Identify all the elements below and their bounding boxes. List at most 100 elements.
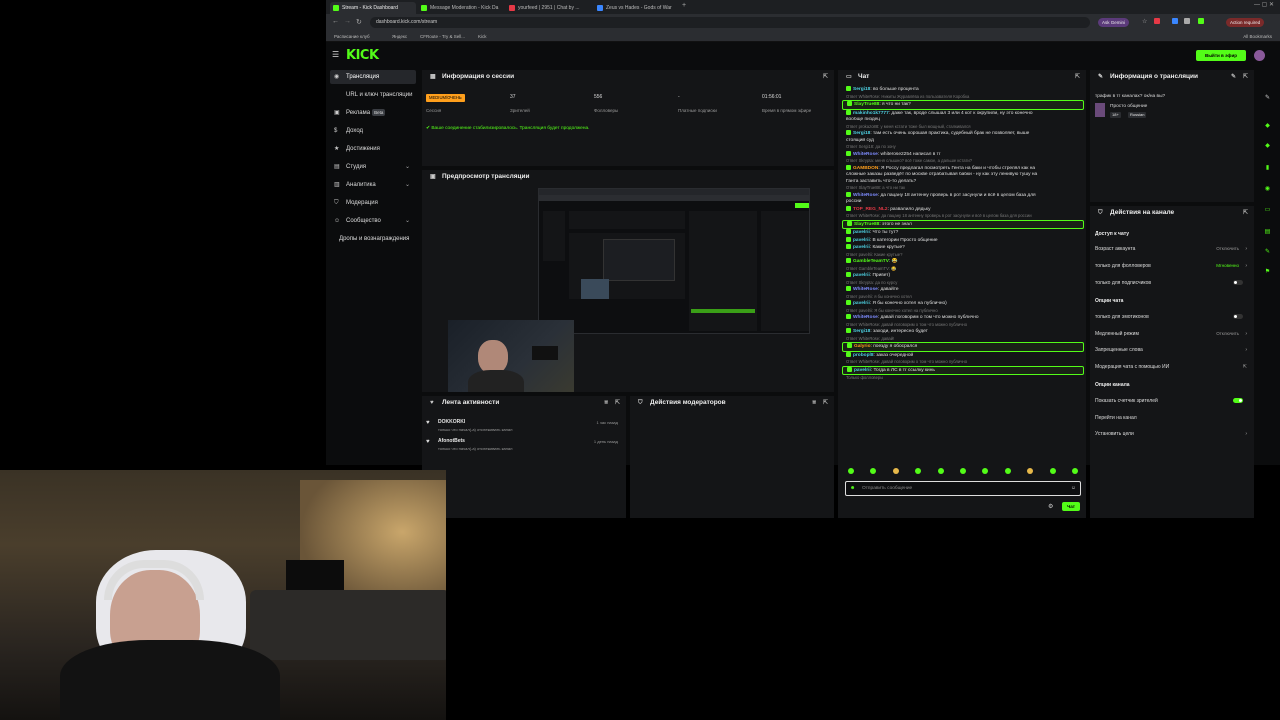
chat-message[interactable]: GambleTeamTV: 😂: [842, 258, 1084, 266]
sidebar-item-ads[interactable]: ▣ Реклама Beta: [330, 106, 416, 120]
extension-icon[interactable]: [1154, 18, 1160, 24]
chat-input[interactable]: ☻ Отправить сообщение ☺: [845, 481, 1081, 496]
forward-icon[interactable]: →: [344, 18, 351, 25]
chat-message-list[interactable]: Sergi18: во больше процента Ответ WhiteRo…: [842, 86, 1084, 460]
window-controls[interactable]: — ▢ ✕: [1254, 1, 1274, 8]
sidebar-item-achievements[interactable]: ★ Достижения: [330, 142, 416, 156]
emote-icon[interactable]: [1071, 468, 1078, 474]
emote-picker-icon[interactable]: ☺: [1071, 485, 1076, 491]
emoji-icon[interactable]: ☻: [850, 485, 855, 491]
chat-message[interactable]: makinho1k7777: даже так, вроде слышал 3 …: [842, 109, 1084, 118]
chat-username[interactable]: probopl8: [853, 353, 874, 358]
emote-icon[interactable]: [915, 468, 922, 474]
chat-message[interactable]: pavelrii: Привет): [842, 272, 1084, 280]
stream-preview-video[interactable]: [538, 188, 810, 334]
action-required-button[interactable]: Action required: [1226, 18, 1265, 27]
set-goals-setting[interactable]: Установить цели ›: [1095, 431, 1247, 437]
go-to-channel-setting[interactable]: Перейти на канал: [1095, 415, 1247, 421]
emote-icon[interactable]: [1027, 468, 1034, 474]
go-live-button[interactable]: Выйти в эфир: [1196, 50, 1246, 61]
chat-message[interactable]: pavelrii: Тогда в ЛС в тг ссылку кинь: [842, 365, 1084, 375]
chat-message[interactable]: probopl8: заказ очередной: [842, 351, 1084, 360]
emotes-only-toggle[interactable]: [1233, 314, 1243, 319]
emotes-only-setting[interactable]: только для эмотиконов: [1095, 314, 1247, 320]
subscribers-only-setting[interactable]: только для подписчиков: [1095, 280, 1247, 286]
emote-icon[interactable]: [848, 468, 854, 474]
tool-icon[interactable]: ◉: [1263, 185, 1272, 194]
chat-username[interactable]: TOP_REG_NL2: [853, 207, 888, 212]
sidebar-item-revenue[interactable]: $ Доход: [330, 124, 416, 138]
extension-icon[interactable]: [1184, 18, 1190, 24]
chat-username[interactable]: GAMBDON: [853, 166, 878, 171]
sidebar-item-drops[interactable]: Дропы и вознаграждения: [330, 232, 416, 246]
emote-icon[interactable]: [1004, 468, 1011, 474]
chat-message[interactable]: pavelrii: В категории Просто общение: [842, 236, 1084, 245]
tool-icon[interactable]: ◆: [1263, 142, 1272, 151]
reload-icon[interactable]: ↻: [356, 18, 362, 26]
extension-icon[interactable]: [1198, 18, 1204, 24]
chat-username[interactable]: pavelrii: [853, 273, 870, 278]
bookmark-item[interactable]: Яндекс: [392, 34, 407, 39]
filter-icon[interactable]: ⩸: [604, 396, 608, 410]
sidebar-item-studio[interactable]: ▤ Студия ⌄: [330, 160, 416, 174]
emote-icon[interactable]: [959, 468, 966, 474]
tab-zeus-hades[interactable]: Zeus vs Hades - Gods of War: [594, 2, 678, 14]
sidebar-item-community[interactable]: ☺ Сообщество ⌄: [330, 214, 416, 228]
viewer-count-toggle[interactable]: [1233, 398, 1243, 403]
chat-username[interactable]: SlayTrue88: [854, 102, 879, 107]
avatar[interactable]: [1254, 50, 1265, 61]
chat-message[interactable]: TOP_REG_NL2: развалило дядьку: [842, 205, 1084, 214]
popout-icon[interactable]: ⇱: [823, 70, 828, 84]
chat-username[interactable]: Galyrio: [854, 344, 871, 349]
chat-username[interactable]: makinho1k7777: [853, 111, 889, 116]
extension-icon[interactable]: [1172, 18, 1178, 24]
sidebar-item-analytics[interactable]: ▥ Аналитика ⌄: [330, 178, 416, 192]
chat-username[interactable]: Sergi18: [853, 87, 870, 92]
star-icon[interactable]: ☆: [1142, 18, 1147, 25]
banned-words-setting[interactable]: Запрещенные слова ›: [1095, 347, 1247, 353]
chat-message[interactable]: Sergi18: там есть очень хорошая практика…: [842, 130, 1084, 138]
new-tab-icon[interactable]: +: [682, 2, 686, 9]
popout-icon[interactable]: ⇱: [1075, 70, 1080, 84]
chat-username[interactable]: pavelrii: [854, 368, 871, 373]
pencil-icon[interactable]: ✎: [1231, 70, 1236, 84]
chat-message[interactable]: SlayTrue88: я что ни так?: [842, 100, 1084, 110]
tool-icon[interactable]: ◆: [1263, 122, 1272, 131]
popout-icon[interactable]: ⇱: [1243, 206, 1248, 220]
chat-username[interactable]: pavelrii: [853, 238, 870, 243]
chat-message[interactable]: pavelrii: Какие крутые?: [842, 244, 1084, 252]
emote-icon[interactable]: [937, 468, 944, 474]
all-bookmarks-button[interactable]: All Bookmarks: [1243, 34, 1272, 39]
emote-icon[interactable]: [1049, 468, 1056, 474]
bookmark-item[interactable]: Kick: [478, 34, 487, 39]
followers-only-setting[interactable]: только для фолловеров Мгновенно ›: [1095, 263, 1247, 269]
chat-message[interactable]: pavelrii: Что ты тут?: [842, 229, 1084, 237]
chat-username[interactable]: Sergi18: [853, 131, 870, 136]
tool-icon[interactable]: ✎: [1263, 248, 1272, 257]
activity-user[interactable]: AfonotBets: [438, 438, 465, 444]
tool-icon[interactable]: ▭: [1263, 206, 1272, 215]
bookmark-item[interactable]: CFRoute - Try & Sell...: [420, 34, 465, 39]
chat-username[interactable]: pavelrii: [853, 245, 870, 250]
sidebar-item-moderation[interactable]: ⛉ Модерация: [330, 196, 416, 210]
chat-message[interactable]: Sergi18: во больше процента: [842, 86, 1084, 94]
account-age-setting[interactable]: Возраст аккаунта Отключить ›: [1095, 246, 1247, 252]
url-field[interactable]: dashboard.kick.com/stream: [370, 17, 1090, 28]
slow-mode-setting[interactable]: Медленный режим Отключить ›: [1095, 331, 1247, 337]
emote-icon[interactable]: [892, 468, 899, 474]
pencil-icon[interactable]: ✎: [1263, 94, 1272, 103]
chat-message[interactable]: WhiteRose: давайте: [842, 286, 1084, 294]
chat-username[interactable]: WhiteRose: [853, 193, 878, 198]
chat-message[interactable]: Sergi18: заходи, интересно будет: [842, 328, 1084, 336]
gear-icon[interactable]: ⚙: [1048, 503, 1053, 510]
tab-chat[interactable]: yourfeed | 2951 | Chat by ...: [506, 2, 590, 14]
send-chat-button[interactable]: Чат: [1062, 502, 1080, 511]
chat-username[interactable]: GambleTeamTV: [853, 259, 889, 264]
chat-message[interactable]: WhiteRose: да пацану 18 антенну проверь …: [842, 191, 1084, 200]
filter-icon[interactable]: ⩸: [812, 396, 816, 410]
chat-message[interactable]: WhiteRose: давай поговорим о том что мож…: [842, 314, 1084, 322]
bookmark-item[interactable]: Расписание клуб: [334, 34, 370, 39]
popout-icon[interactable]: ⇱: [823, 396, 828, 410]
popout-icon[interactable]: ⇱: [1243, 70, 1248, 84]
chat-username[interactable]: pavelrii: [853, 230, 870, 235]
